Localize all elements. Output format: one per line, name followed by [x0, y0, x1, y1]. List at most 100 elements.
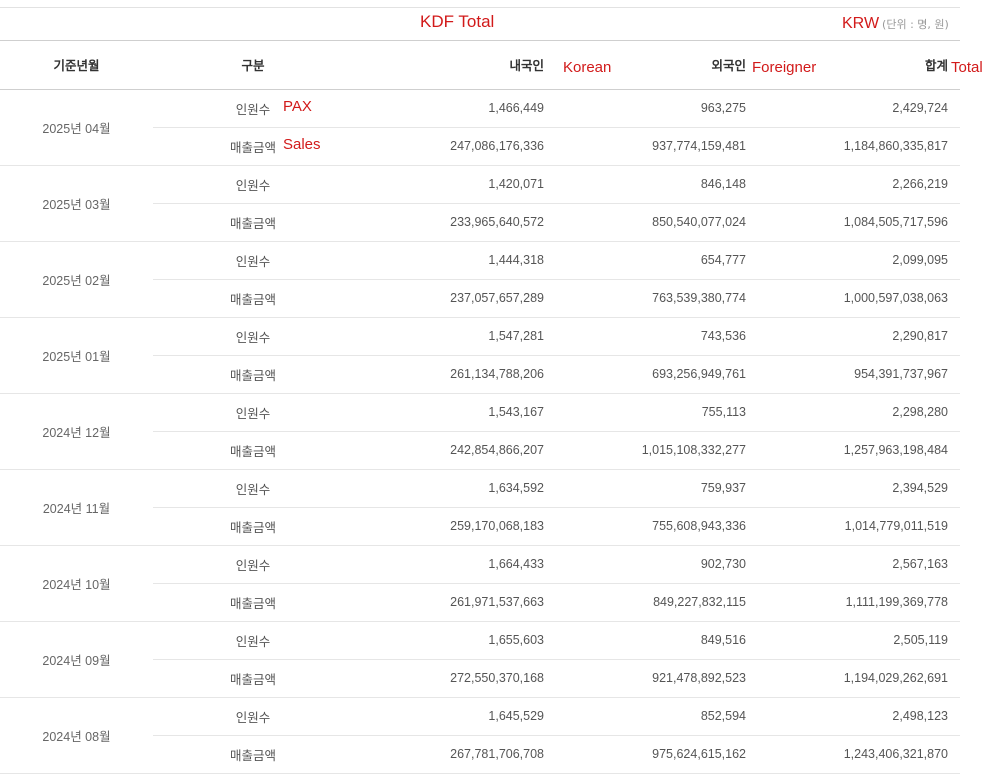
- pax-foreigner-cell: 852,594: [556, 697, 758, 736]
- sales-total-cell: 1,184,860,335,817: [758, 127, 960, 166]
- pax-total-cell: 2,266,219: [758, 165, 960, 204]
- sales-label-cell: 매출금액: [153, 659, 353, 698]
- pax-label-cell: 인원수: [153, 697, 353, 736]
- pax-korean-cell: 1,645,529: [353, 697, 556, 736]
- annotation-pax: PAX: [283, 97, 312, 115]
- pax-foreigner-cell: 849,516: [556, 621, 758, 660]
- annotation-kdf-total: KDF Total: [420, 12, 495, 31]
- header-foreigner-label: 외국인: [711, 59, 746, 74]
- pax-label-cell: 인원수: [153, 165, 353, 204]
- sales-foreigner-cell: 937,774,159,481: [556, 127, 758, 166]
- pax-label-cell: 인원수 PAX: [153, 89, 353, 128]
- currency-unit: KRW (단위 : 명, 원): [842, 13, 949, 33]
- header-korean: 내국인 Korean: [353, 41, 611, 90]
- table-row: 2024년 12월 인원수 1,543,167 755,113 2,298,280: [0, 393, 960, 470]
- sales-label-cell: 매출금액 Sales: [153, 127, 353, 166]
- sales-label-cell: 매출금액: [153, 431, 353, 470]
- sales-total-cell: 954,391,737,967: [758, 355, 960, 394]
- header-total: 합계 Total: [758, 41, 983, 90]
- pax-foreigner-cell: 846,148: [556, 165, 758, 204]
- pax-total-cell: 2,298,280: [758, 393, 960, 432]
- table-row: 2024년 10월 인원수 1,664,433 902,730 2,567,163: [0, 545, 960, 622]
- sales-foreigner-cell: 1,015,108,332,277: [556, 431, 758, 470]
- month-cell: 2024년 10월: [0, 545, 153, 622]
- sales-korean-cell: 242,854,866,207: [353, 431, 556, 470]
- pax-label: 인원수: [235, 254, 271, 269]
- table-row: 2025년 03월 인원수 1,420,071 846,148 2,266,219: [0, 165, 960, 242]
- pax-label-cell: 인원수: [153, 393, 353, 432]
- pax-korean-cell: 1,664,433: [353, 545, 556, 584]
- month-cell: 2024년 12월: [0, 393, 153, 470]
- pax-label: 인원수: [235, 330, 271, 345]
- table-row: 2025년 02월 인원수 1,444,318 654,777 2,099,095: [0, 241, 960, 318]
- sales-korean-cell: 261,971,537,663: [353, 583, 556, 622]
- pax-label: 인원수: [235, 558, 271, 573]
- sales-label: 매출금액: [229, 140, 276, 155]
- sales-foreigner-cell: 693,256,949,761: [556, 355, 758, 394]
- pax-foreigner-cell: 759,937: [556, 469, 758, 508]
- annotation-sales: Sales: [283, 135, 321, 153]
- table-row: 2024년 08월 인원수 1,645,529 852,594 2,498,123: [0, 697, 960, 774]
- sales-total-cell: 1,014,779,011,519: [758, 507, 960, 546]
- sales-label: 매출금액: [229, 596, 276, 611]
- sales-label-cell: 매출금액: [153, 355, 353, 394]
- month-cell: 2025년 04월: [0, 89, 153, 166]
- pax-label-cell: 인원수: [153, 545, 353, 584]
- pax-total-cell: 2,290,817: [758, 317, 960, 356]
- sales-korean-cell: 259,170,068,183: [353, 507, 556, 546]
- pax-label: 인원수: [235, 710, 271, 725]
- pax-total-cell: 2,498,123: [758, 697, 960, 736]
- month-cell: 2025년 03월: [0, 165, 153, 242]
- sales-korean-cell: 233,965,640,572: [353, 203, 556, 242]
- pax-total-cell: 2,505,119: [758, 621, 960, 660]
- report-title-bar: KDF Total KRW (단위 : 명, 원): [0, 7, 960, 41]
- sales-total-cell: 1,194,029,262,691: [758, 659, 960, 698]
- pax-foreigner-cell: 743,536: [556, 317, 758, 356]
- sales-total-cell: 1,243,406,321,870: [758, 735, 960, 774]
- sales-table: 기준년월 구분 내국인 Korean 외국인 Foreigner 합계 Tota…: [0, 41, 983, 774]
- month-cell: 2025년 01월: [0, 317, 153, 394]
- sales-total-cell: 1,084,505,717,596: [758, 203, 960, 242]
- sales-label: 매출금액: [229, 292, 276, 307]
- pax-label: 인원수: [235, 178, 271, 193]
- month-cell: 2024년 08월: [0, 697, 153, 774]
- pax-label-cell: 인원수: [153, 621, 353, 660]
- sales-total-cell: 1,111,199,369,778: [758, 583, 960, 622]
- sales-korean-cell: 247,086,176,336: [353, 127, 556, 166]
- unit-label: (단위 : 명, 원): [882, 18, 949, 31]
- pax-total-cell: 2,099,095: [758, 241, 960, 280]
- pax-korean-cell: 1,634,592: [353, 469, 556, 508]
- sales-foreigner-cell: 849,227,832,115: [556, 583, 758, 622]
- pax-korean-cell: 1,543,167: [353, 393, 556, 432]
- table-row: 2024년 11월 인원수 1,634,592 759,937 2,394,529: [0, 469, 960, 546]
- pax-total-cell: 2,567,163: [758, 545, 960, 584]
- sales-label-cell: 매출금액: [153, 507, 353, 546]
- sales-label-cell: 매출금액: [153, 583, 353, 622]
- pax-label: 인원수: [235, 102, 271, 117]
- pax-foreigner-cell: 755,113: [556, 393, 758, 432]
- annotation-krw: KRW: [842, 15, 880, 32]
- table-header-row: 기준년월 구분 내국인 Korean 외국인 Foreigner 합계 Tota…: [0, 41, 983, 90]
- sales-foreigner-cell: 975,624,615,162: [556, 735, 758, 774]
- table-row: 2025년 04월 인원수 PAX 1,466,449 963,275 2,429,724: [0, 89, 960, 166]
- sales-korean-cell: 237,057,657,289: [353, 279, 556, 318]
- sales-foreigner-cell: 850,540,077,024: [556, 203, 758, 242]
- pax-korean-cell: 1,547,281: [353, 317, 556, 356]
- pax-foreigner-cell: 654,777: [556, 241, 758, 280]
- sales-label: 매출금액: [229, 748, 276, 763]
- sales-label-cell: 매출금액: [153, 279, 353, 318]
- pax-korean-cell: 1,466,449: [353, 89, 556, 128]
- sales-total-cell: 1,000,597,038,063: [758, 279, 960, 318]
- header-total-label: 합계: [924, 59, 948, 74]
- pax-total-cell: 2,429,724: [758, 89, 960, 128]
- sales-label: 매출금액: [229, 368, 276, 383]
- pax-foreigner-cell: 902,730: [556, 545, 758, 584]
- sales-total-cell: 1,257,963,198,484: [758, 431, 960, 470]
- sales-foreigner-cell: 763,539,380,774: [556, 279, 758, 318]
- sales-korean-cell: 261,134,788,206: [353, 355, 556, 394]
- sales-label-cell: 매출금액: [153, 203, 353, 242]
- pax-label: 인원수: [235, 406, 271, 421]
- header-korean-label: 내국인: [509, 59, 544, 74]
- sales-label: 매출금액: [229, 444, 276, 459]
- pax-label-cell: 인원수: [153, 469, 353, 508]
